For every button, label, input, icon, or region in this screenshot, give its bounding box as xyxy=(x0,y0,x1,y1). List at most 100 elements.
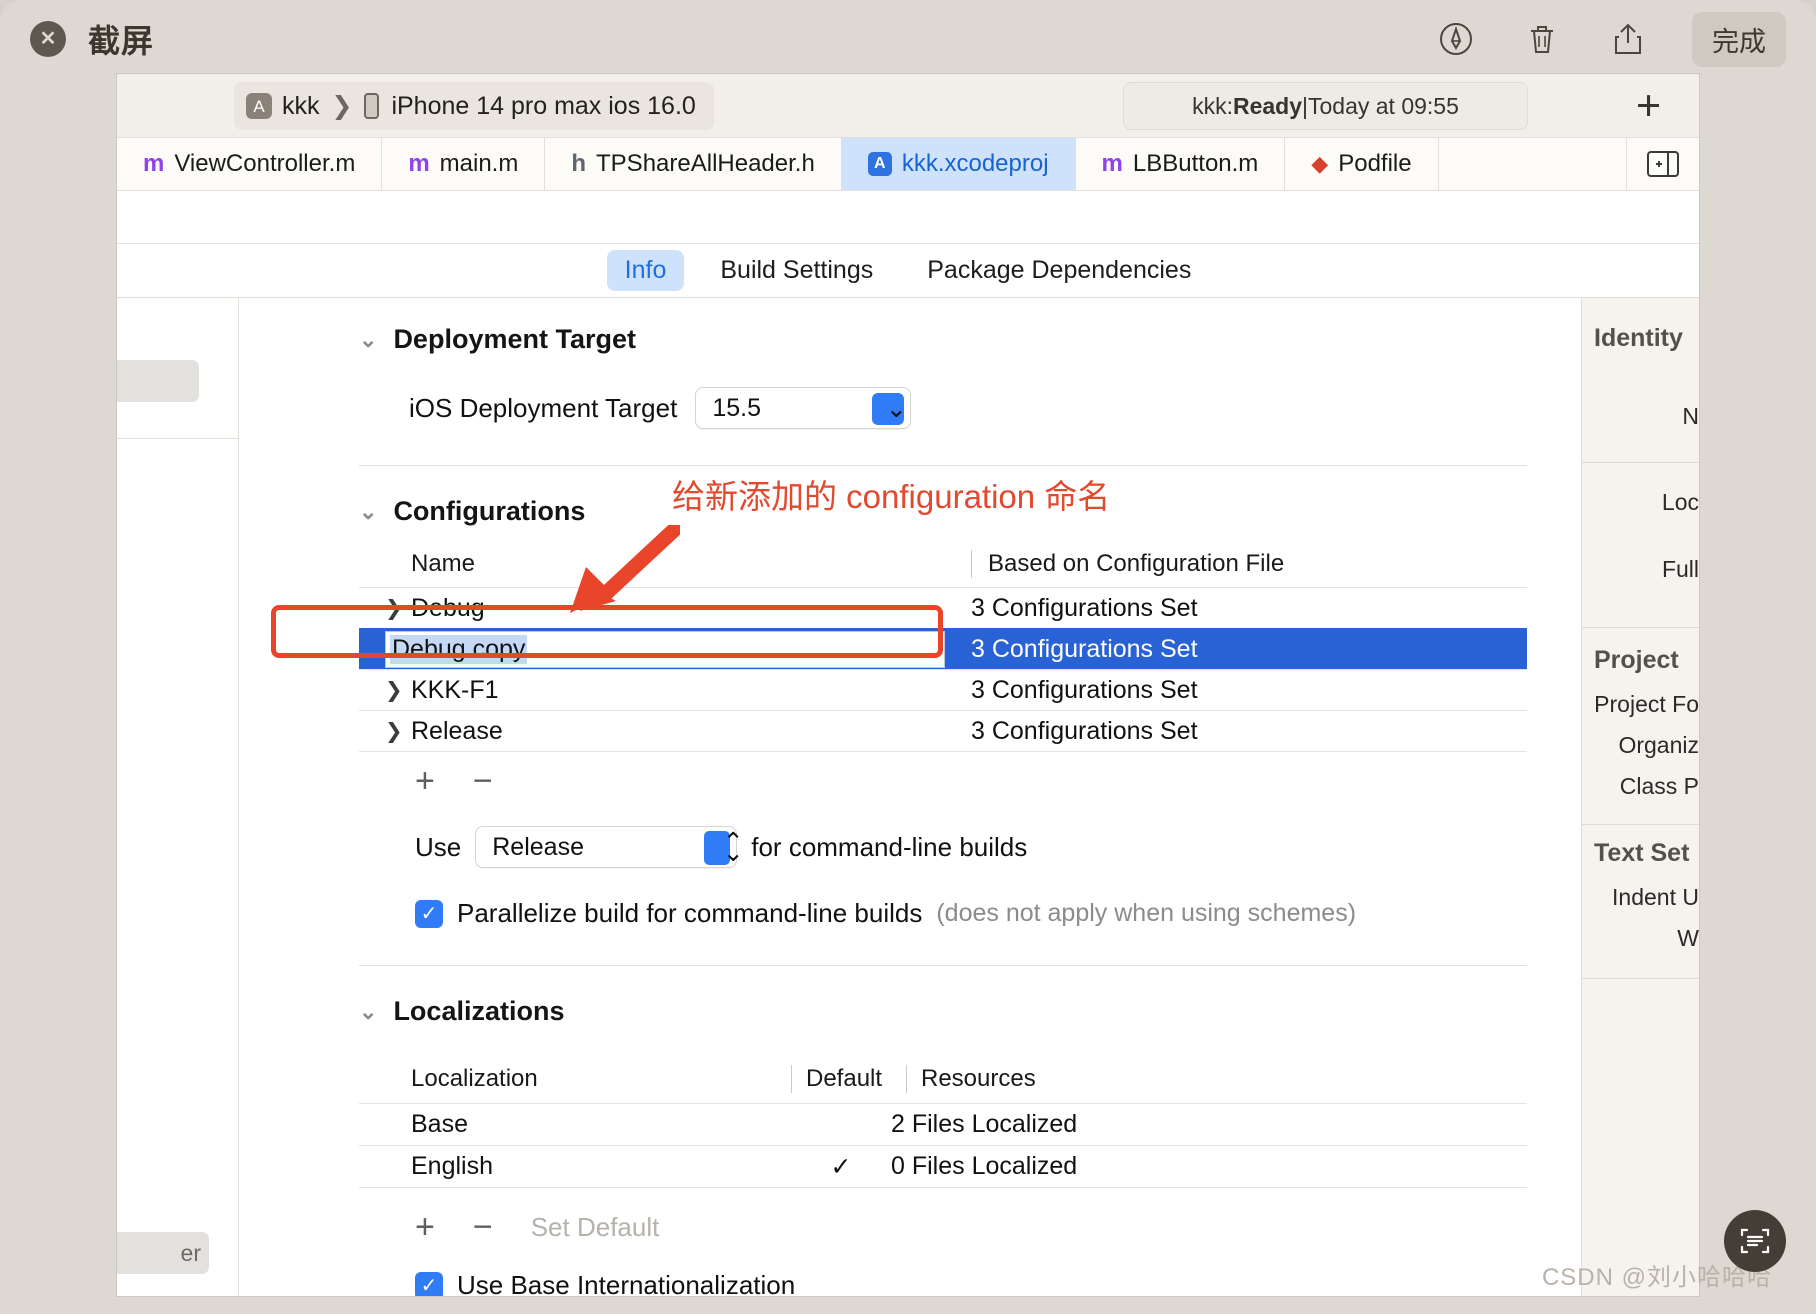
segment-build-settings[interactable]: Build Settings xyxy=(702,250,891,291)
inspector-row-name: N xyxy=(1682,403,1699,429)
inspector-divider xyxy=(1582,978,1699,979)
status-bar: kkk: Ready | Today at 09:55 xyxy=(1123,82,1528,130)
stepper-arrows-icon[interactable]: ⌃ ⌄ xyxy=(704,830,744,866)
chevron-right-icon[interactable]: ❯ xyxy=(385,596,411,621)
divider xyxy=(359,465,1527,466)
section-title: Configurations xyxy=(393,496,586,526)
project-navigator[interactable]: er xyxy=(117,298,239,1296)
localizations-actions: + − Set Default xyxy=(359,1188,1527,1244)
tab-podfile[interactable]: ◆ Podfile xyxy=(1285,138,1439,190)
command-line-config-value: Release xyxy=(492,832,584,861)
tab-label: kkk.xcodeproj xyxy=(901,150,1049,177)
use-base-internationalization-row: ✓ Use Base Internationalization xyxy=(359,1270,1527,1296)
ruby-gem-icon: ◆ xyxy=(1311,151,1329,176)
jump-bar xyxy=(117,191,1699,244)
section-localizations: ⌄ Localizations xyxy=(359,996,1527,1027)
markup-icon[interactable] xyxy=(1434,17,1478,61)
add-assistant-editor-button[interactable] xyxy=(1627,138,1699,190)
project-segment-control: Info Build Settings Package Dependencies xyxy=(117,244,1699,298)
table-row-selected[interactable]: ❯ Debug copy 3 Configurations Set Debug … xyxy=(359,628,1527,669)
page-title: 截屏 xyxy=(88,23,155,59)
trash-icon[interactable] xyxy=(1520,17,1564,61)
chevron-down-icon[interactable]: ⌄ xyxy=(359,500,377,523)
parallelize-build-checkbox[interactable]: ✓ xyxy=(415,899,443,928)
command-line-build-row: Use Release ⌃ ⌄ for command-line builds xyxy=(359,826,1527,868)
add-configuration-button[interactable]: + xyxy=(415,764,435,798)
use-label: Use xyxy=(415,831,462,862)
column-header-resources: Resources xyxy=(921,1065,1036,1092)
iphone-icon xyxy=(364,93,380,119)
localization-name: Base xyxy=(411,1110,468,1138)
section-title: Localizations xyxy=(393,996,565,1026)
segment-info[interactable]: Info xyxy=(606,250,685,291)
file-m-icon: m xyxy=(143,150,165,177)
close-icon[interactable]: ✕ xyxy=(30,21,66,57)
column-divider xyxy=(971,550,972,578)
editor-actions: 完成 xyxy=(1434,11,1786,67)
ios-deployment-target-select[interactable]: 15.5 ⌄ xyxy=(695,387,912,429)
done-button[interactable]: 完成 xyxy=(1692,11,1786,67)
config-name: Debug xyxy=(411,593,485,622)
file-h-icon: h xyxy=(571,150,587,177)
remove-localization-button[interactable]: − xyxy=(473,1210,493,1244)
file-m-icon: m xyxy=(1101,150,1123,177)
column-header-name: Name xyxy=(411,550,476,577)
tab-tpshareallheader[interactable]: h TPShareAllHeader.h xyxy=(545,138,842,190)
tab-main[interactable]: m main.m xyxy=(382,138,546,190)
chevron-right-icon[interactable]: ❯ xyxy=(385,678,411,703)
segment-package-dependencies[interactable]: Package Dependencies xyxy=(909,250,1209,291)
inspector-row-indent-using: Indent U xyxy=(1612,884,1699,910)
navigator-item-placeholder[interactable] xyxy=(117,360,199,402)
add-editor-button[interactable]: + xyxy=(1636,84,1661,128)
inspector-row-full-path: Full xyxy=(1661,556,1699,582)
tab-label: ViewController.m xyxy=(174,150,356,177)
scheme-selector[interactable]: A kkk ❯ iPhone 14 pro max ios 16.0 xyxy=(234,82,714,130)
table-header: Name Based on Configuration File xyxy=(359,541,1527,587)
xcode-window: A kkk ❯ iPhone 14 pro max ios 16.0 kkk: … xyxy=(117,74,1699,1296)
chevron-right-icon[interactable]: ❯ xyxy=(385,719,411,744)
configurations-actions: + − xyxy=(359,752,1527,798)
parallelize-build-note: (does not apply when using schemes) xyxy=(936,899,1357,927)
inspector-row-organization: Organiz xyxy=(1618,732,1699,758)
tab-viewcontroller[interactable]: m ViewController.m xyxy=(117,138,383,190)
set-default-button[interactable]: Set Default xyxy=(531,1214,660,1240)
inspector-section-project: Project xyxy=(1594,646,1679,674)
info-pane-inner: ⌄ Deployment Target iOS Deployment Targe… xyxy=(239,298,1581,1296)
use-base-internationalization-checkbox[interactable]: ✓ xyxy=(415,1271,443,1296)
add-localization-button[interactable]: + xyxy=(415,1210,435,1244)
screenshot-root: ✕ 截屏 完成 A kkk ❯ iPhone 14 pro max ios 16… xyxy=(0,0,1816,1314)
tab-kkk-xcodeproj[interactable]: A kkk.xcodeproj xyxy=(841,138,1076,190)
table-row[interactable]: ❯ Debug 3 Configurations Set xyxy=(359,587,1527,628)
live-text-button[interactable] xyxy=(1724,1210,1786,1272)
chevron-down-icon[interactable]: ⌄ xyxy=(359,328,377,351)
config-name-input[interactable]: Debug copy xyxy=(385,631,945,668)
tab-lbbutton[interactable]: m LBButton.m xyxy=(1076,138,1286,190)
config-name-input-value: Debug copy xyxy=(390,635,528,664)
column-divider xyxy=(791,1065,792,1093)
file-m-icon: m xyxy=(408,150,430,177)
share-icon[interactable] xyxy=(1606,17,1650,61)
remove-configuration-button[interactable]: − xyxy=(473,764,493,798)
ios-deployment-target-label: iOS Deployment Target xyxy=(409,392,678,423)
screenshot-editor-chrome: ✕ 截屏 完成 A kkk ❯ iPhone 14 pro max ios 16… xyxy=(0,0,1816,1314)
chevron-down-icon[interactable]: ⌄ xyxy=(359,1000,377,1023)
table-row[interactable]: ❯ Release 3 Configurations Set xyxy=(359,710,1527,751)
column-header-localization: Localization xyxy=(411,1065,538,1092)
config-name: Release xyxy=(411,716,503,745)
config-value: 3 Configurations Set xyxy=(971,593,1198,622)
table-row[interactable]: ❯ KKK-F1 3 Configurations Set xyxy=(359,669,1527,710)
localization-resources: 2 Files Localized xyxy=(891,1110,1078,1138)
configurations-table: Name Based on Configuration File ❯ Debug… xyxy=(359,541,1527,798)
scheme-name: kkk xyxy=(282,91,320,120)
table-row[interactable]: Base 2 Files Localized xyxy=(359,1103,1527,1145)
xcodeproj-icon: A xyxy=(867,152,892,176)
command-line-config-select[interactable]: Release ⌃ ⌄ xyxy=(475,826,744,868)
localization-default: ✓ xyxy=(830,1152,852,1181)
inspector-row-project-format: Project Fo xyxy=(1594,691,1699,717)
inspector-section-identity: Identity xyxy=(1594,324,1683,352)
chevron-down-icon[interactable]: ⌄ xyxy=(872,393,907,425)
navigator-filter-field[interactable]: er xyxy=(117,1232,209,1274)
config-name: KKK-F1 xyxy=(411,675,499,704)
tab-filler xyxy=(1439,138,1627,190)
table-row[interactable]: English ✓ 0 Files Localized xyxy=(359,1145,1527,1187)
